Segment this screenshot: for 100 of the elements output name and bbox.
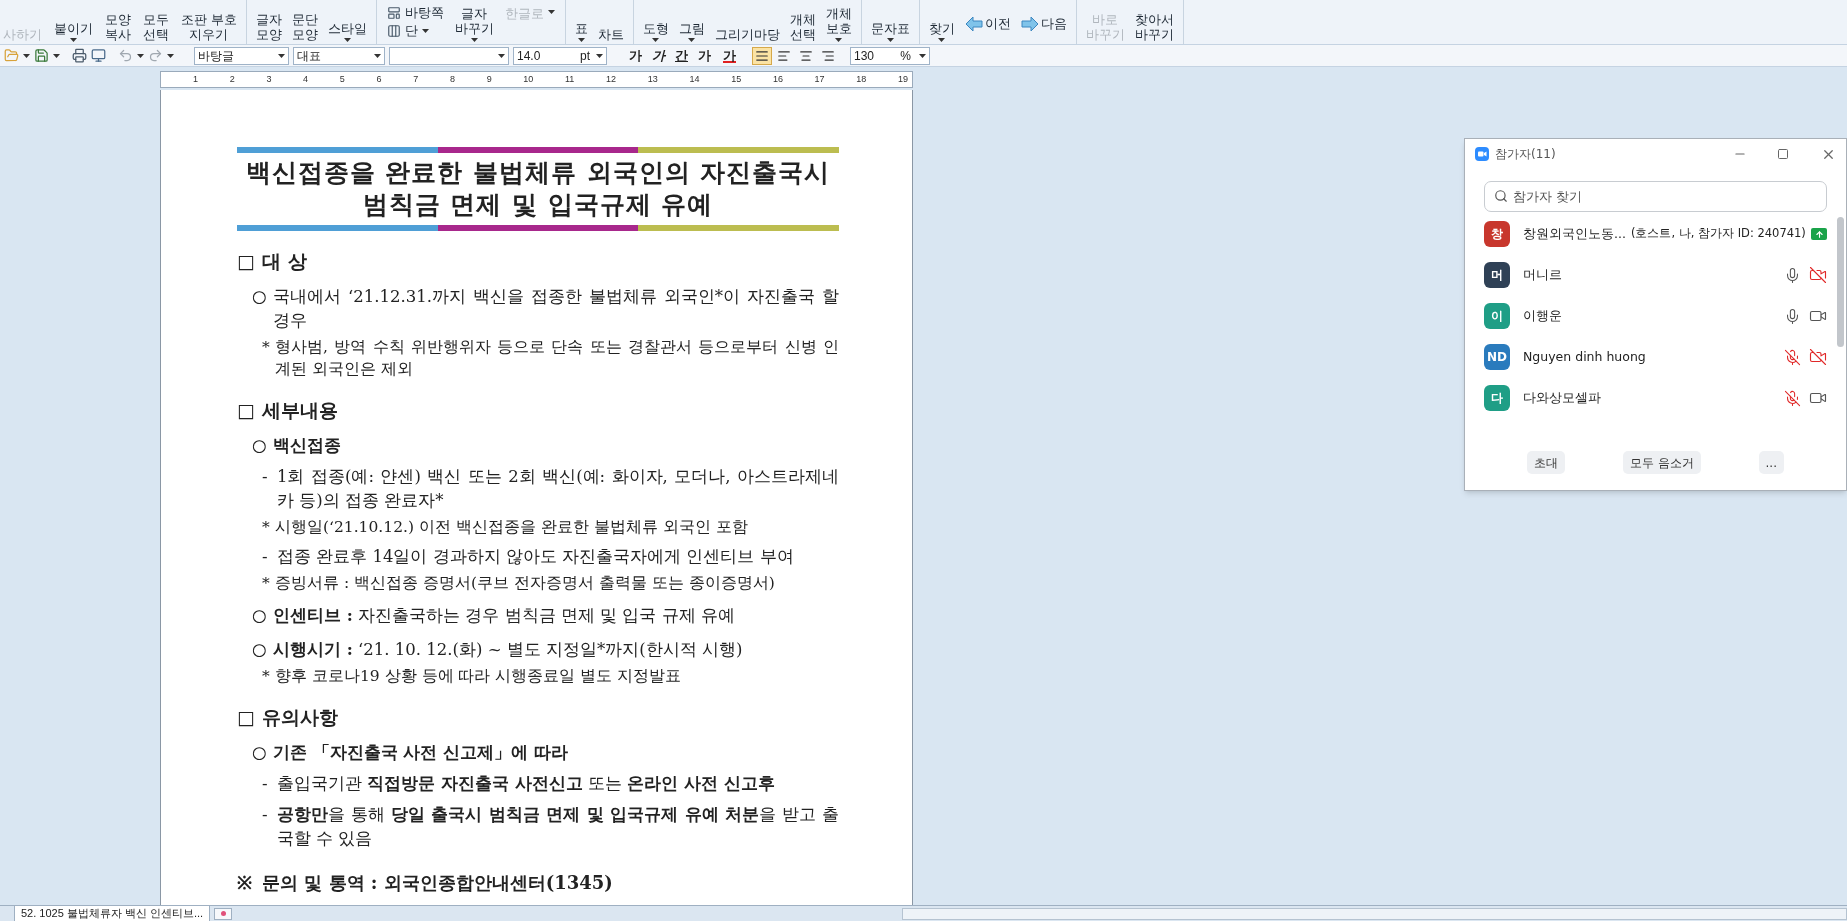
section-heading: 세부내용	[262, 398, 339, 423]
font-size-field[interactable]: 14.0 pt	[513, 46, 607, 65]
caret-icon	[343, 38, 351, 42]
bullet-marker: ○	[252, 742, 268, 764]
left-arrow-icon	[964, 16, 983, 32]
scrollbar[interactable]	[1837, 217, 1844, 347]
ribbon-button[interactable]: 표	[571, 0, 591, 44]
ribbon-button[interactable]: 차트	[594, 0, 627, 44]
muted-microphone-icon[interactable]	[1784, 348, 1801, 366]
ribbon-button[interactable]: 찾기	[925, 0, 958, 44]
bullet-marker: □	[237, 249, 256, 274]
caret-icon	[577, 38, 585, 42]
format-button[interactable]: 간	[673, 45, 690, 66]
participant-avatar: 이	[1484, 303, 1510, 329]
ribbon-button[interactable]: 붙이기	[51, 0, 96, 44]
printer-icon[interactable]	[72, 48, 87, 63]
caret-icon	[421, 29, 429, 33]
preview-icon[interactable]	[91, 48, 106, 63]
panel-button[interactable]: ...	[1758, 451, 1784, 474]
ribbon-button[interactable]: 문단 모양	[288, 0, 321, 44]
paragraph: 향후 코로나19 상황 등에 따라 시행종료일 별도 지정발표	[275, 666, 683, 687]
bullet-marker: ○	[252, 286, 268, 308]
ribbon-button[interactable]: 글자 바꾸기	[451, 0, 497, 44]
paragraph: 백신접종	[273, 435, 342, 457]
participant-avatar: 창	[1484, 221, 1510, 247]
ribbon-button[interactable]: 찾아서 바꾸기	[1131, 0, 1177, 44]
ribbon-button[interactable]: 도형	[639, 0, 672, 44]
page-layout-icon	[386, 6, 401, 20]
ribbon-button[interactable]: 다음	[1017, 0, 1070, 44]
section-heading: 유의사항	[262, 705, 339, 730]
camera-off-icon[interactable]	[1809, 266, 1827, 284]
paragraph: 출입국기관 직접방문 자진출국 사전신고 또는 온라인 사전 신고후	[277, 773, 776, 795]
ribbon-button[interactable]: 개체 선택	[786, 0, 819, 44]
ribbon-button[interactable]: 그림	[675, 0, 708, 44]
ribbon-button[interactable]: 모양 복사	[102, 0, 134, 44]
document-tab[interactable]: 52. 1025 불법체류자 백신 인센티브...	[14, 905, 211, 921]
caret-icon	[596, 53, 603, 58]
right-arrow-icon	[1020, 16, 1039, 32]
muted-microphone-icon[interactable]	[1784, 389, 1801, 407]
caret-icon	[167, 53, 174, 58]
ribbon-button[interactable]: 그리기마당	[711, 0, 783, 44]
ribbon-button[interactable]: 단	[386, 23, 444, 39]
ribbon-button[interactable]: 글자 모양	[252, 0, 285, 44]
ribbon-button[interactable]: 개체 보호	[822, 0, 855, 44]
bullet-marker: *	[262, 337, 271, 358]
columns-icon	[386, 24, 401, 38]
caret-icon	[137, 53, 144, 58]
align-button[interactable]	[752, 46, 772, 65]
participant-name: 이행운	[1523, 306, 1562, 325]
microphone-icon[interactable]	[1784, 266, 1801, 284]
format-button[interactable]: 가	[650, 45, 667, 66]
paragraph: 기존 「자진출국 사전 신고제」에 따라	[273, 742, 569, 764]
bullet-marker: ○	[252, 605, 268, 627]
ribbon-button[interactable]: 스타일	[324, 0, 370, 44]
bullet-marker: *	[262, 517, 271, 538]
ribbon-button[interactable]: 조판 부호 지우기	[178, 0, 240, 44]
save-icon[interactable]	[34, 48, 49, 63]
paragraph: 공항만을 통해 당일 출국시 범칙금 면제 및 입국규제 유예 처분을 받고 출국할 수 있음	[277, 804, 839, 850]
participant-name: 창원외국인노동...	[1523, 224, 1626, 243]
language-select[interactable]: 대표	[293, 46, 385, 65]
search-field[interactable]: 참가자 찾기	[1484, 181, 1827, 212]
ribbon-button[interactable]: 모두 선택	[140, 0, 172, 44]
caret-icon	[70, 38, 77, 42]
paragraph: 문의 및 통역 : 외국인종합안내센터(1345)	[262, 871, 614, 895]
window-title: 참가자(11)	[1495, 146, 1556, 163]
panel-button[interactable]: 초대	[1527, 451, 1565, 474]
zoom-field[interactable]: 130 %	[850, 46, 930, 65]
paragraph: 증빙서류 : 백신접종 증명서(쿠브 전자증명서 출력물 또는 종이증명서)	[275, 573, 776, 594]
caret-icon	[23, 53, 30, 58]
caret-icon	[547, 10, 555, 14]
paragraph: 시행시기 : ‘21. 10. 12.(화) ~ 별도 지정일*까지(한시적 시행)	[273, 639, 744, 661]
ruler: 1 2 3 4 5 6 7 8 9 10 11 12 13 14 15 16 17 18 19	[160, 71, 913, 88]
paragraph: 시행일(‘21.10.12.) 이전 백신접종을 완료한 불법체류 외국인 포함	[275, 517, 749, 538]
bullet-marker: ※	[237, 871, 253, 895]
microphone-icon[interactable]	[1784, 307, 1801, 325]
bullet-marker: ○	[252, 435, 268, 457]
participant-name: Nguyen dinh huong	[1523, 347, 1646, 366]
maximize-icon[interactable]	[1777, 148, 1789, 160]
ribbon-button[interactable]: 바탕쪽	[386, 5, 444, 21]
ribbon-button[interactable]: 문자표	[867, 0, 913, 44]
participant-name: 다와상모셀파	[1523, 388, 1601, 407]
bullet-marker: □	[237, 398, 256, 423]
caret-icon	[938, 38, 946, 42]
new-tab-icon[interactable]	[214, 907, 233, 920]
caret-icon	[919, 53, 926, 58]
style-select[interactable]: 바탕글	[194, 46, 289, 65]
camera-logo-icon	[1475, 147, 1489, 161]
caret-icon	[374, 53, 381, 58]
ribbon-button[interactable]: 이전	[961, 0, 1014, 44]
caret-icon	[278, 53, 285, 58]
bullet-marker: -	[262, 773, 269, 795]
paragraph: 형사범, 방역 수칙 위반행위자 등으로 단속 또는 경찰관서 등으로부터 신병 인계된 외국인은 제외	[275, 337, 839, 380]
format-button[interactable]: 가	[627, 45, 644, 66]
align-icon	[821, 48, 835, 63]
format-button[interactable]: 가	[696, 45, 715, 66]
format-button[interactable]: 가	[721, 45, 738, 66]
panel-button[interactable]: 모두 음소거	[1622, 451, 1701, 474]
horizontal-scrollbar[interactable]	[902, 907, 1847, 920]
caret-icon	[688, 38, 696, 42]
camera-off-icon[interactable]	[1809, 348, 1827, 366]
